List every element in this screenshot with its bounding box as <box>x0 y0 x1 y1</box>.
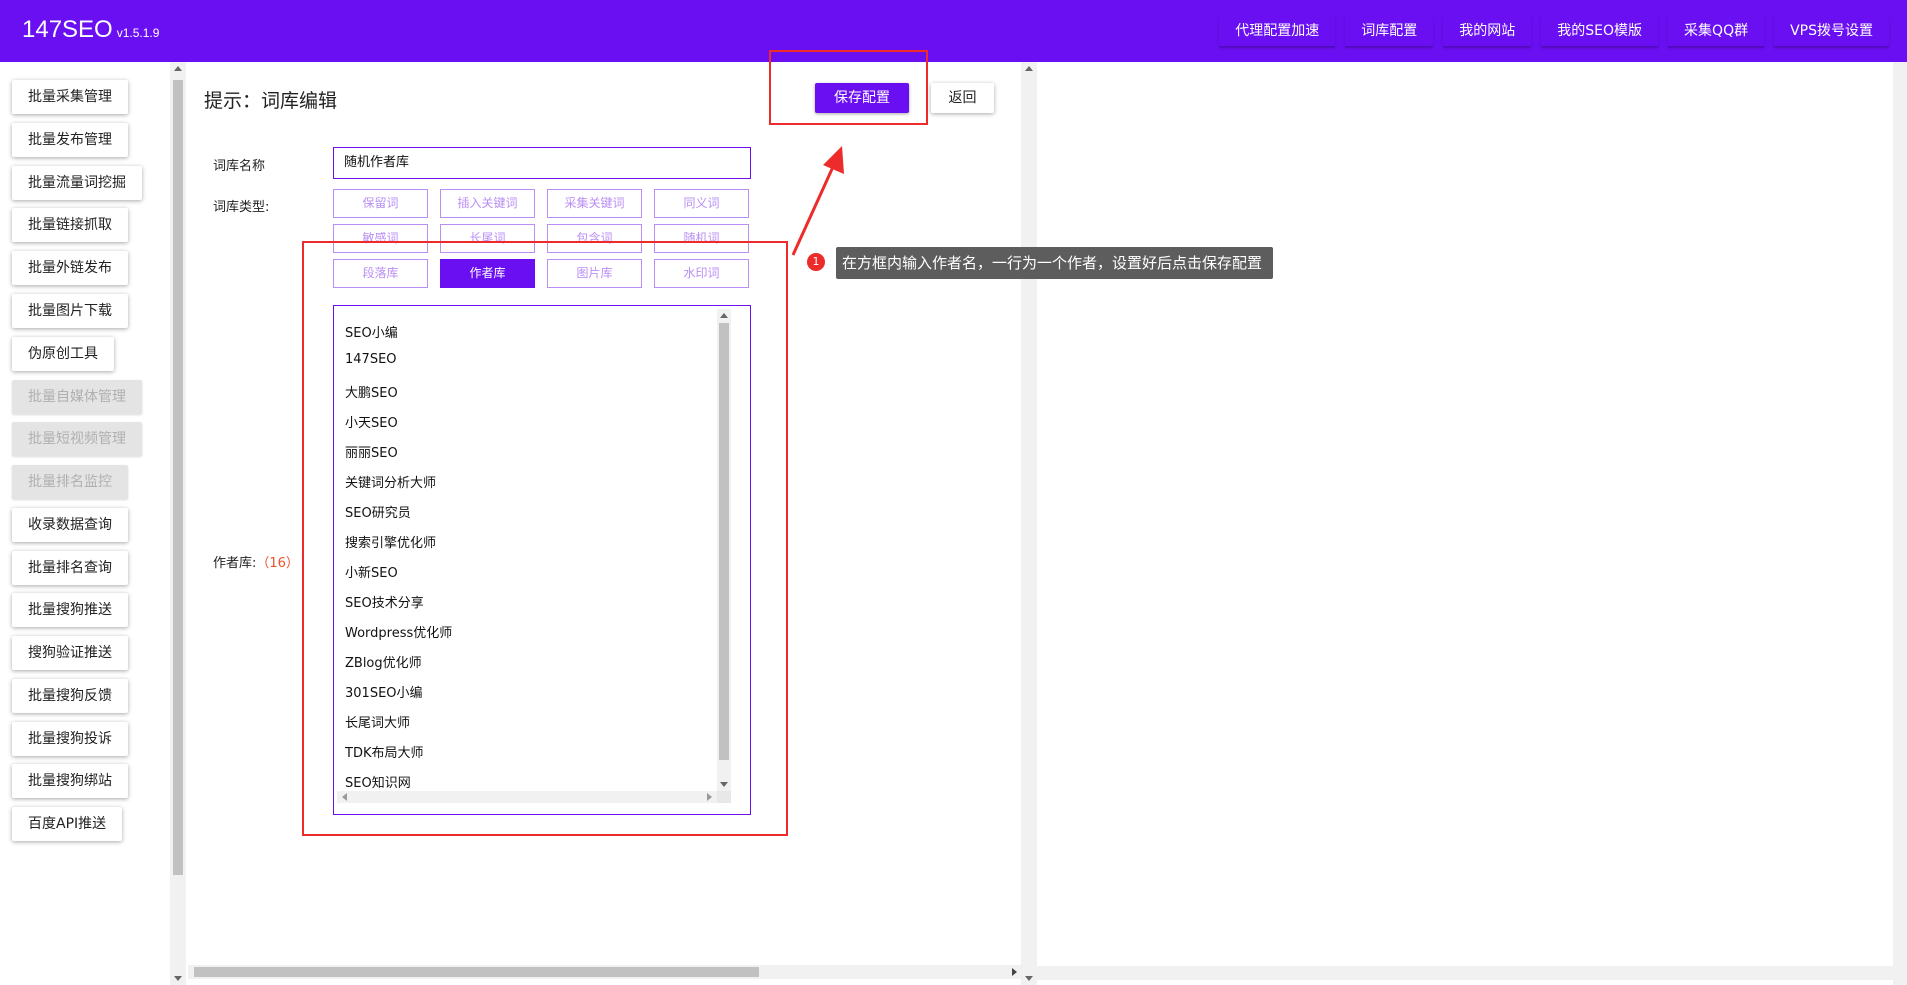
sidebar-item-rank-monitor: 批量排名监控 <box>12 465 128 499</box>
scroll-up-arrow-icon[interactable] <box>174 66 182 71</box>
top-nav: 代理配置加速 词库配置 我的网站 我的SEO模版 采集QQ群 VPS拨号设置 <box>1219 16 1907 46</box>
textarea-horizontal-scrollbar[interactable] <box>337 791 717 803</box>
scroll-left-arrow-icon[interactable] <box>342 793 347 801</box>
author-line: 丽丽SEO <box>345 446 398 461</box>
nav-lexicon-config[interactable]: 词库配置 <box>1345 16 1434 46</box>
sidebar-item-sogou-complaint[interactable]: 批量搜狗投诉 <box>12 722 128 756</box>
save-config-button[interactable]: 保存配置 <box>815 83 909 113</box>
annotation-number-badge: 1 <box>807 253 825 271</box>
sidebar-item-link-crawl[interactable]: 批量链接抓取 <box>12 208 128 242</box>
author-line: 小天SEO <box>345 416 398 431</box>
scrollbar-thumb[interactable] <box>194 967 759 977</box>
textarea-vertical-scrollbar[interactable] <box>717 309 731 791</box>
sidebar-item-sogou-push[interactable]: 批量搜狗推送 <box>12 593 128 627</box>
scroll-right-arrow-icon[interactable] <box>1012 968 1017 976</box>
author-line: 大鹏SEO <box>345 386 398 401</box>
type-synonyms[interactable]: 同义词 <box>654 189 749 218</box>
sidebar-item-image-download[interactable]: 批量图片下载 <box>12 294 128 328</box>
lexicon-name-input[interactable]: 随机作者库 <box>333 147 751 179</box>
sidebar-item-rank-query[interactable]: 批量排名查询 <box>12 551 128 585</box>
panel-vertical-scrollbar[interactable] <box>1021 62 1037 985</box>
author-line: 搜索引擎优化师 <box>345 536 437 551</box>
type-reserved-words[interactable]: 保留词 <box>333 189 428 218</box>
sidebar: 批量采集管理 批量发布管理 批量流量词挖掘 批量链接抓取 批量外链发布 批量图片… <box>0 62 170 985</box>
sidebar-item-sogou-feedback[interactable]: 批量搜狗反馈 <box>12 679 128 713</box>
author-textarea[interactable]: SEO小编 147SEO 大鹏SEO 小天SEO 丽丽SEO 关键词分析大师 S… <box>333 305 751 815</box>
scroll-right-arrow-icon[interactable] <box>707 793 712 801</box>
nav-seo-templates[interactable]: 我的SEO模版 <box>1541 16 1659 46</box>
resize-handle-icon[interactable] <box>717 791 731 803</box>
annotation-tooltip: 在方框内输入作者名，一行为一个作者，设置好后点击保存配置 <box>836 247 1274 279</box>
author-line: 147SEO <box>345 352 397 367</box>
sidebar-item-index-query[interactable]: 收录数据查询 <box>12 508 128 542</box>
sidebar-item-short-video: 批量短视频管理 <box>12 422 142 456</box>
sidebar-item-media-manage: 批量自媒体管理 <box>12 380 142 414</box>
author-line: 长尾词大师 <box>345 716 411 731</box>
scroll-up-arrow-icon[interactable] <box>1025 66 1033 71</box>
nav-qq-groups[interactable]: 采集QQ群 <box>1668 16 1765 46</box>
author-lib-label-text: 作者库: <box>213 556 257 571</box>
scrollbar-thumb[interactable] <box>173 80 183 875</box>
sidebar-scrollbar[interactable] <box>170 62 186 985</box>
back-button[interactable]: 返回 <box>931 83 994 113</box>
sidebar-item-traffic-keywords[interactable]: 批量流量词挖掘 <box>12 166 142 200</box>
scroll-down-arrow-icon[interactable] <box>720 782 728 787</box>
scrollbar-thumb[interactable] <box>719 323 729 760</box>
author-line: TDK布局大师 <box>345 746 424 761</box>
lexicon-editor-panel: 提示：词库编辑 保存配置 返回 词库名称 随机作者库 词库类型: 保留词 插入关… <box>188 50 1021 985</box>
author-line: 小新SEO <box>345 566 398 581</box>
app-brand: 147SEO v1.5.1.9 <box>22 16 159 44</box>
page-title: 提示：词库编辑 <box>204 90 338 112</box>
author-line: 301SEO小编 <box>345 686 423 701</box>
author-line: SEO知识网 <box>345 776 411 791</box>
author-line: SEO研究员 <box>345 506 411 521</box>
lexicon-type-label: 词库类型: <box>213 200 270 215</box>
sidebar-item-baidu-api-push[interactable]: 百度API推送 <box>12 807 123 841</box>
author-line: Wordpress优化师 <box>345 626 453 641</box>
author-line: 关键词分析大师 <box>345 476 437 491</box>
nav-vps-dial[interactable]: VPS拨号设置 <box>1774 16 1889 46</box>
app-version: v1.5.1.9 <box>116 26 160 40</box>
right-horizontal-scrollbar[interactable] <box>1037 966 1897 980</box>
sidebar-item-sogou-verify-push[interactable]: 搜狗验证推送 <box>12 636 128 670</box>
scroll-up-arrow-icon[interactable] <box>720 313 728 318</box>
type-insert-keywords[interactable]: 插入关键词 <box>440 189 535 218</box>
sidebar-item-pseudo-original[interactable]: 伪原创工具 <box>12 337 114 371</box>
type-collect-keywords[interactable]: 采集关键词 <box>547 189 642 218</box>
right-vertical-scrollbar[interactable] <box>1893 62 1907 985</box>
author-lib-label: 作者库:（16） <box>213 552 299 571</box>
brand-name: 147SEO <box>22 16 113 43</box>
lexicon-name-label: 词库名称 <box>213 159 266 174</box>
sidebar-item-batch-collect[interactable]: 批量采集管理 <box>12 80 128 114</box>
nav-proxy-config[interactable]: 代理配置加速 <box>1219 16 1336 46</box>
scroll-down-arrow-icon[interactable] <box>1025 976 1033 981</box>
author-line: SEO小编 <box>345 326 398 341</box>
main-horizontal-scrollbar[interactable] <box>188 965 1021 979</box>
top-bar: 147SEO v1.5.1.9 代理配置加速 词库配置 我的网站 我的SEO模版 … <box>0 0 1907 62</box>
sidebar-item-sogou-bind[interactable]: 批量搜狗绑站 <box>12 764 128 798</box>
sidebar-item-batch-publish[interactable]: 批量发布管理 <box>12 123 128 157</box>
author-count: （16） <box>256 556 299 571</box>
scroll-down-arrow-icon[interactable] <box>174 976 182 981</box>
sidebar-item-backlink-publish[interactable]: 批量外链发布 <box>12 251 128 285</box>
nav-my-sites[interactable]: 我的网站 <box>1443 16 1532 46</box>
author-line: ZBlog优化师 <box>345 656 422 671</box>
author-line: SEO技术分享 <box>345 596 424 611</box>
